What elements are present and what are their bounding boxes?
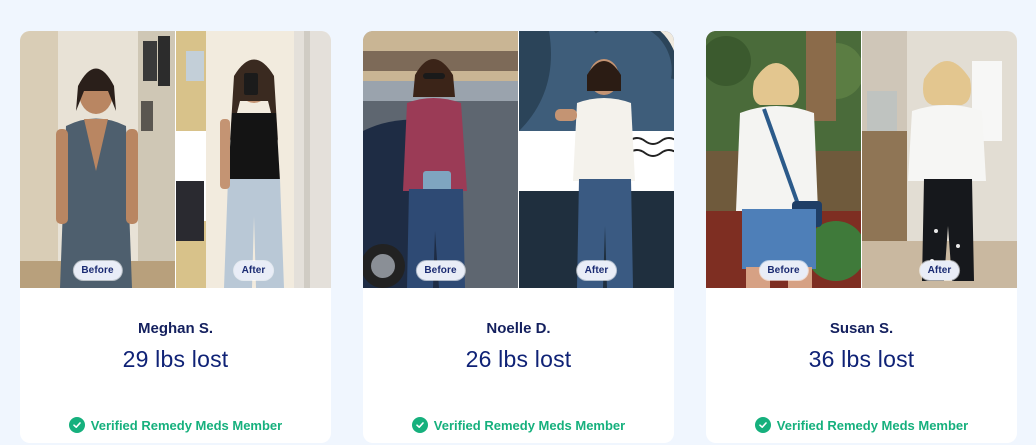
- member-name: Susan S.: [829, 320, 894, 337]
- weight-lost: 36 lbs lost: [808, 346, 915, 372]
- testimonial-info: Noelle D. 26 lbs lost Verified Remedy Me…: [363, 288, 674, 443]
- testimonial-info: Susan S. 36 lbs lost Verified Remedy Med…: [706, 288, 1017, 443]
- testimonial-card: Before After: [706, 31, 1017, 443]
- verified-text: Verified Remedy Meds Member: [776, 417, 969, 433]
- before-label: Before: [73, 261, 122, 280]
- verified-badge: Verified Remedy Meds Member: [706, 417, 1017, 433]
- verified-text: Verified Remedy Meds Member: [90, 417, 283, 433]
- testimonial-card: Before After: [20, 31, 331, 443]
- weight-lost: 29 lbs lost: [122, 346, 229, 372]
- before-photo: Before: [706, 31, 861, 288]
- member-name: Meghan S.: [137, 320, 213, 337]
- after-label: After: [233, 261, 274, 280]
- weight-lost: 26 lbs lost: [465, 346, 572, 372]
- testimonial-info: Meghan S. 29 lbs lost Verified Remedy Me…: [20, 288, 331, 443]
- testimonial-card: Before After Noelle D. 26 lbs lost Verif…: [363, 31, 674, 443]
- check-circle-icon: [754, 417, 771, 433]
- before-label: Before: [759, 261, 808, 280]
- after-photo: After: [519, 31, 674, 288]
- check-circle-icon: [68, 417, 85, 433]
- before-photo: Before: [20, 31, 175, 288]
- before-photo: Before: [363, 31, 518, 288]
- before-after-photos: Before After: [706, 31, 1017, 288]
- verified-badge: Verified Remedy Meds Member: [20, 417, 331, 433]
- verified-badge: Verified Remedy Meds Member: [363, 417, 674, 433]
- after-label: After: [576, 261, 617, 280]
- verified-text: Verified Remedy Meds Member: [433, 417, 626, 433]
- check-circle-icon: [411, 417, 428, 433]
- before-after-photos: Before After: [20, 31, 331, 288]
- member-name: Noelle D.: [486, 320, 551, 337]
- testimonials-row: Before After Meghan S. 29 lbs lost Verif…: [0, 0, 1036, 445]
- after-photo: After: [862, 31, 1017, 288]
- after-photo: After: [176, 31, 331, 288]
- before-label: Before: [416, 261, 465, 280]
- after-label: After: [919, 261, 960, 280]
- before-after-photos: Before After: [363, 31, 674, 288]
